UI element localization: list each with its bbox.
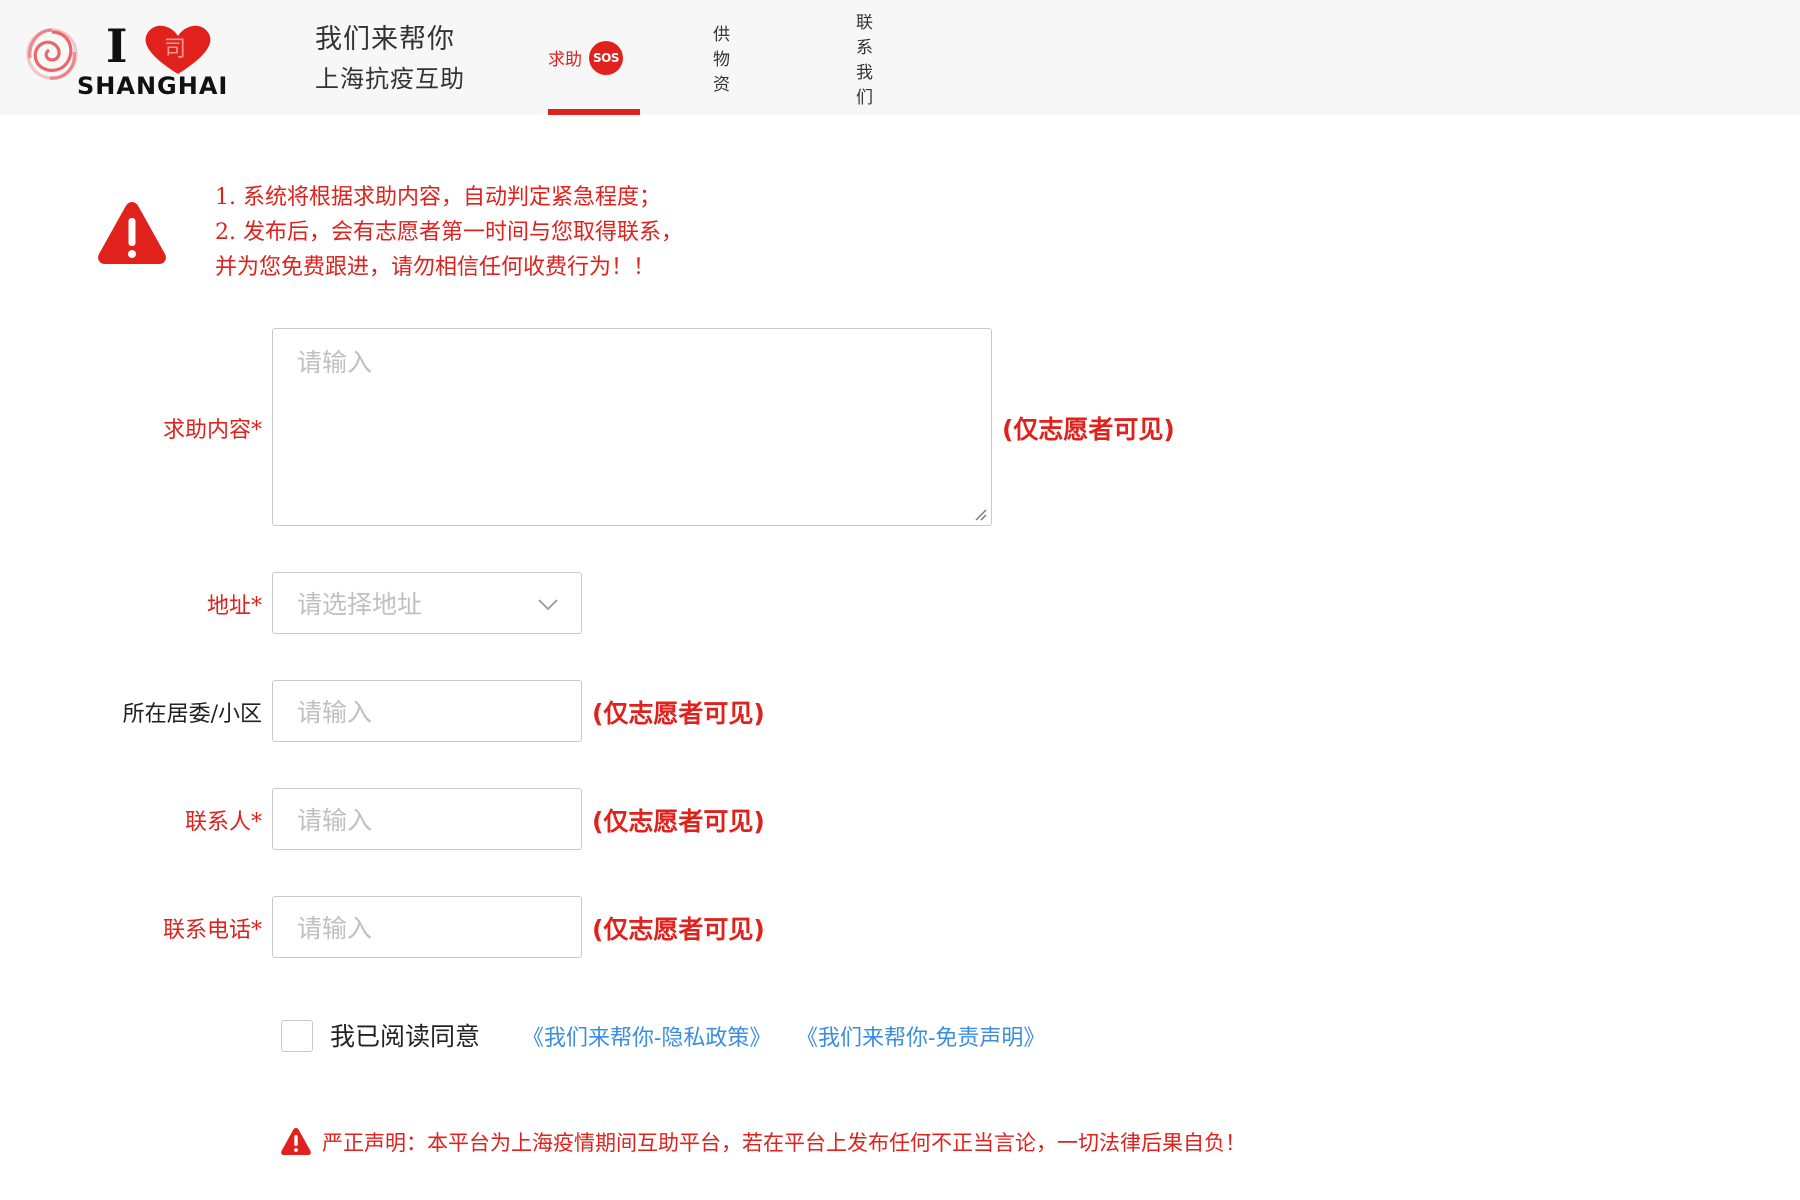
brand-block: 我们来帮你 上海抗疫互助 (315, 20, 465, 98)
address-select[interactable]: 请选择地址 (272, 572, 582, 634)
nav-tab-help-label: 求助 (548, 50, 582, 70)
contact-phone-visibility-note: (仅志愿者可见) (592, 915, 765, 944)
contact-person-label: 联系人* (184, 810, 262, 835)
notice-line-3: 并为您免费跟进，请勿相信任何收费行为！！ (215, 255, 656, 280)
contact-phone-input[interactable]: 请输入 (272, 896, 582, 958)
active-tab-underline (548, 109, 640, 115)
warning-triangle-icon (281, 1128, 311, 1155)
help-content-label: 求助内容* (162, 418, 262, 443)
agree-text: 我已阅读同意 (330, 1022, 481, 1051)
contact-person-placeholder: 请输入 (297, 806, 373, 835)
community-input[interactable]: 请输入 (272, 680, 582, 742)
warning-triangle-icon (98, 202, 166, 264)
address-select-value: 请选择地址 (297, 590, 423, 619)
heart-icon: 司 (145, 25, 211, 75)
notice-text: 1. 系统将根据求助内容，自动判定紧急程度； 2. 发布后，会有志愿者第一时间与… (215, 180, 683, 285)
legal-disclaimer: 严正声明：本平台为上海疫情期间互助平台，若在平台上发布任何不正当言论，一切法律后… (322, 1131, 1246, 1155)
community-visibility-note: (仅志愿者可见) (592, 699, 765, 728)
contact-person-visibility-note: (仅志愿者可见) (592, 807, 765, 836)
brand-title: 我们来帮你 (315, 24, 455, 55)
heart-character: 司 (164, 37, 186, 62)
chevron-down-icon (538, 599, 558, 611)
help-content-textarea[interactable]: 请输入 (272, 328, 992, 526)
community-placeholder: 请输入 (297, 698, 373, 727)
contact-phone-label: 联系电话* (162, 918, 262, 943)
spiral-logo-icon (26, 28, 78, 80)
nav-tab-supply[interactable]: 供物资 (713, 0, 730, 115)
nav-tab-help[interactable]: 求助 SOS (548, 0, 640, 115)
top-header: I 司 SHANGHAI 我们来帮你 上海抗疫互助 求助 SOS 供物资 联系我… (0, 0, 1800, 115)
i-love-shanghai-logo[interactable]: I 司 SHANGHAI (22, 18, 252, 100)
sos-badge: SOS (589, 40, 623, 75)
help-content-placeholder: 请输入 (297, 348, 373, 377)
agree-checkbox[interactable] (281, 1020, 313, 1052)
resize-handle-icon[interactable] (973, 507, 987, 521)
logo-letter: I (106, 19, 128, 73)
privacy-policy-link[interactable]: 《我们来帮你-隐私政策》 (522, 1020, 771, 1052)
notice-line-2: 2. 发布后，会有志愿者第一时间与您取得联系， (215, 220, 683, 245)
community-label: 所在居委/小区 (122, 702, 262, 727)
contact-phone-placeholder: 请输入 (297, 914, 373, 943)
nav-tab-contact[interactable]: 联系我们 (856, 0, 873, 115)
address-label: 地址* (206, 594, 262, 619)
disclaimer-link[interactable]: 《我们来帮你-免责声明》 (796, 1020, 1045, 1052)
notice-line-1: 1. 系统将根据求助内容，自动判定紧急程度； (215, 185, 661, 210)
brand-subtitle: 上海抗疫互助 (315, 65, 465, 93)
logo-city: SHANGHAI (77, 72, 228, 100)
help-content-visibility-note: (仅志愿者可见) (1002, 415, 1175, 444)
contact-person-input[interactable]: 请输入 (272, 788, 582, 850)
